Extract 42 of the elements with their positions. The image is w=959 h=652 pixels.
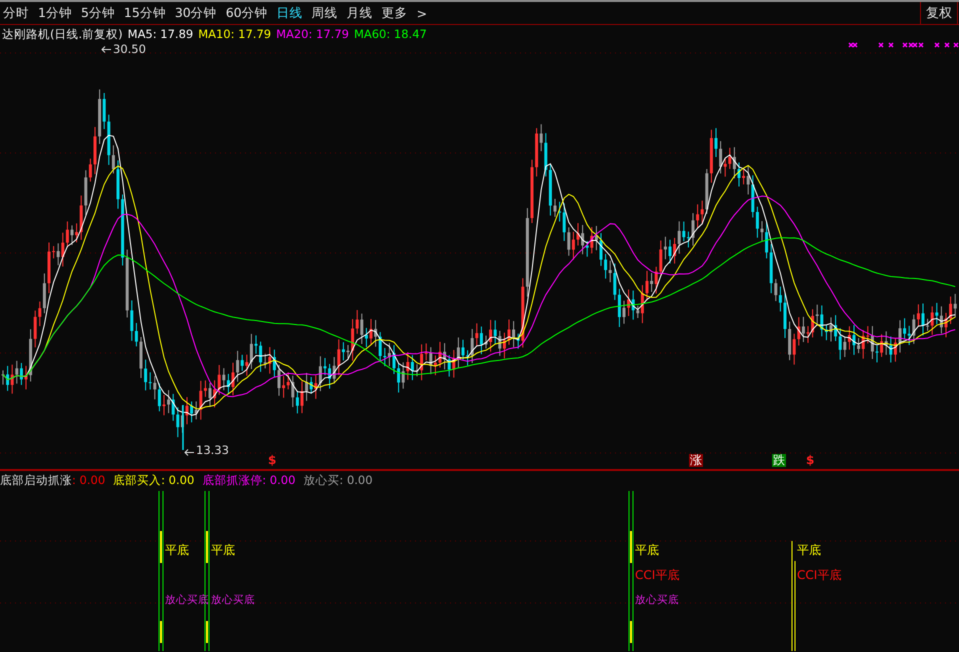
- signal-label: 放心买底: [635, 593, 679, 607]
- period-tab[interactable]: 15分钟: [124, 4, 166, 22]
- indicator-label: 底部买入: [113, 473, 162, 488]
- ma-value: MA20: 17.79: [276, 27, 349, 42]
- indicator-value: : 0.00: [72, 473, 106, 488]
- period-tab[interactable]: 周线: [312, 4, 338, 22]
- low-wick-line: [182, 405, 184, 450]
- period-tab[interactable]: 日线: [276, 4, 303, 22]
- dollar-marker: $: [268, 454, 276, 467]
- signal-label: CCI平底: [635, 568, 680, 582]
- period-tab[interactable]: 60分钟: [226, 4, 268, 22]
- chart-title: 达刚路机(日线.前复权): [2, 27, 123, 42]
- high-price-label: 30.50: [113, 42, 146, 56]
- fall-badge: 跌: [772, 454, 786, 467]
- arrow-icon: [101, 46, 111, 53]
- indicator-value: : 0.00: [262, 473, 296, 488]
- signal-label: 平底: [165, 543, 189, 557]
- signal-label: CCI平底: [797, 568, 842, 582]
- signal-label: 平底: [211, 543, 235, 557]
- indicator-label: 放心买: [303, 473, 340, 488]
- period-tab[interactable]: 5分钟: [80, 4, 115, 22]
- dollar-marker: $: [806, 454, 814, 467]
- period-tab[interactable]: 分时: [3, 4, 29, 22]
- indicator-value: : 0.00: [161, 473, 194, 488]
- signal-label: 放心买底: [211, 593, 255, 607]
- indicator-value: : 0.00: [339, 473, 373, 488]
- period-tab[interactable]: 1分钟: [38, 4, 72, 22]
- period-tab[interactable]: 月线: [346, 4, 373, 22]
- rise-badge: 涨: [689, 454, 703, 467]
- period-tab[interactable]: 30分钟: [174, 4, 217, 22]
- more-arrow[interactable]: >: [416, 6, 428, 20]
- signal-label: 平底: [797, 543, 821, 557]
- ma-value: MA10: 17.79: [198, 27, 272, 42]
- adjust-button[interactable]: 复权: [920, 2, 958, 24]
- signal-label: 平底: [635, 543, 659, 557]
- arrow-icon: [184, 449, 194, 456]
- indicator-label: 底部抓涨停: [202, 473, 262, 488]
- ma-value: MA5: 17.89: [128, 27, 194, 42]
- indicator-label: 底部启动抓涨: [0, 473, 72, 488]
- ma-value: MA60: 18.47: [354, 27, 427, 42]
- more-button[interactable]: 更多: [382, 4, 408, 22]
- low-price-label: 13.33: [196, 443, 229, 457]
